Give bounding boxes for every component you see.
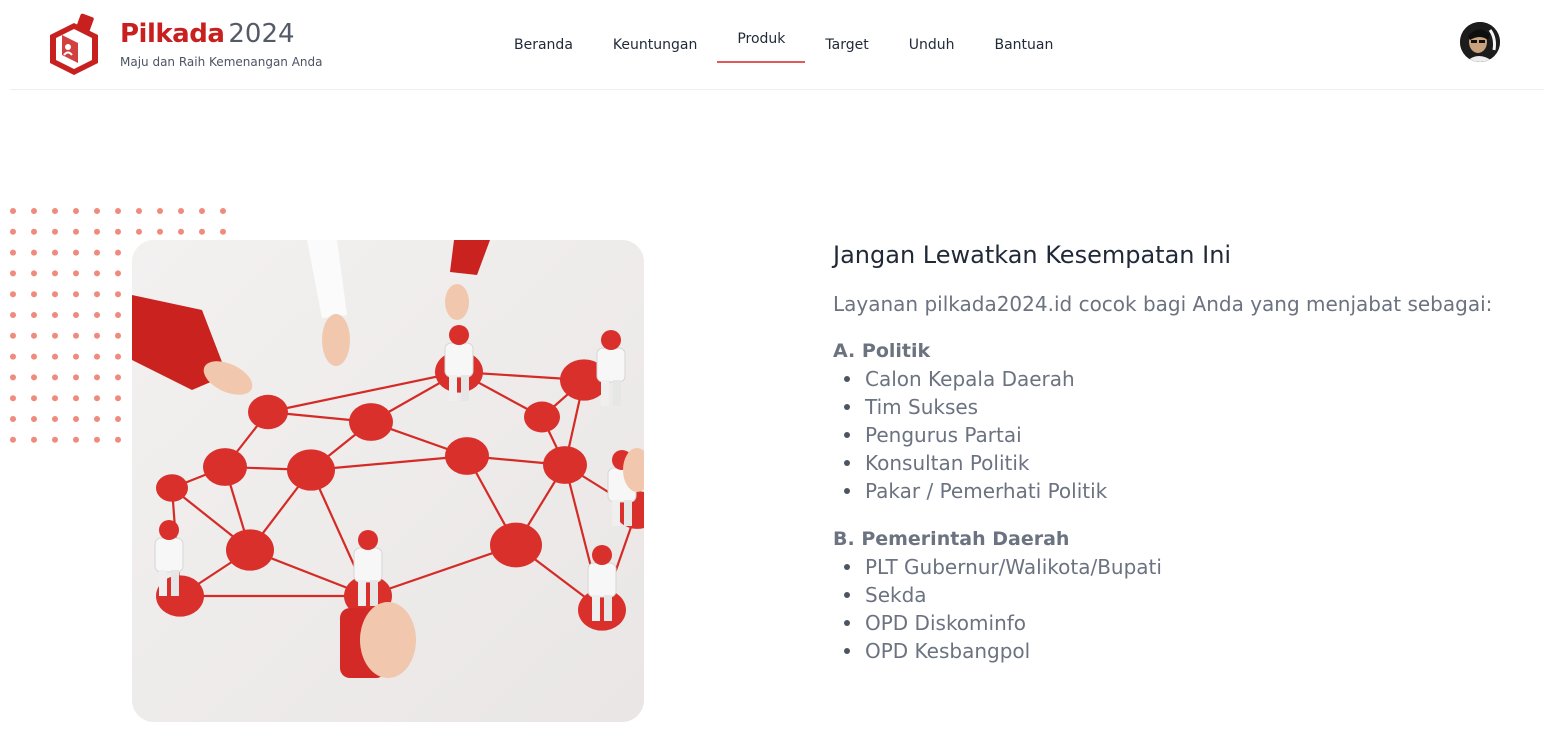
section-intro: Layanan pilkada2024.id cocok bagi Anda y…: [833, 292, 1493, 316]
politik-title: A. Politik: [833, 340, 931, 362]
nav-item-beranda[interactable]: Beranda: [494, 27, 593, 63]
list-item: Sekda: [833, 581, 1533, 609]
list-item: Calon Kepala Daerah: [833, 365, 1533, 393]
brand-title[interactable]: Pilkada 2024: [120, 19, 295, 49]
main-nav: Beranda Keuntungan Produk Target Unduh B…: [494, 0, 1073, 90]
list-item: Pakar / Pemerhati Politik: [833, 477, 1533, 505]
target-audience-section: Jangan Lewatkan Kesempatan Ini Layanan p…: [833, 238, 1533, 665]
list-item: Pengurus Partai: [833, 421, 1533, 449]
site-header: Pilkada 2024 Maju dan Raih Kemenangan And…: [10, 0, 1544, 90]
nav-item-target[interactable]: Target: [805, 27, 888, 63]
list-item: OPD Diskominfo: [833, 609, 1533, 637]
user-avatar[interactable]: [1460, 22, 1500, 62]
politik-list: Calon Kepala Daerah Tim Sukses Pengurus …: [833, 365, 1533, 505]
network-image: [132, 240, 644, 722]
nav-item-bantuan[interactable]: Bantuan: [974, 27, 1073, 63]
nav-item-produk[interactable]: Produk: [717, 21, 806, 63]
list-item: Konsultan Politik: [833, 449, 1533, 477]
brand-tagline: Maju dan Raih Kemenangan Anda: [120, 55, 323, 69]
list-item: PLT Gubernur/Walikota/Bupati: [833, 553, 1533, 581]
pemerintah-group: B. Pemerintah Daerah PLT Gubernur/Waliko…: [833, 525, 1533, 665]
list-item: OPD Kesbangpol: [833, 637, 1533, 665]
brand-name: Pilkada: [120, 19, 225, 49]
politik-group: A. Politik Calon Kepala Daerah Tim Sukse…: [833, 337, 1533, 505]
nav-item-unduh[interactable]: Unduh: [889, 27, 975, 63]
section-heading: Jangan Lewatkan Kesempatan Ini: [833, 241, 1232, 269]
pemerintah-list: PLT Gubernur/Walikota/Bupati Sekda OPD D…: [833, 553, 1533, 665]
network-people-illustration: [132, 240, 644, 722]
nav-item-keuntungan[interactable]: Keuntungan: [593, 27, 717, 63]
pemerintah-title: B. Pemerintah Daerah: [833, 528, 1070, 550]
avatar-image: [1460, 22, 1500, 62]
ballot-box-logo-icon[interactable]: [48, 13, 100, 75]
brand-year: 2024: [228, 19, 295, 49]
list-item: Tim Sukses: [833, 393, 1533, 421]
